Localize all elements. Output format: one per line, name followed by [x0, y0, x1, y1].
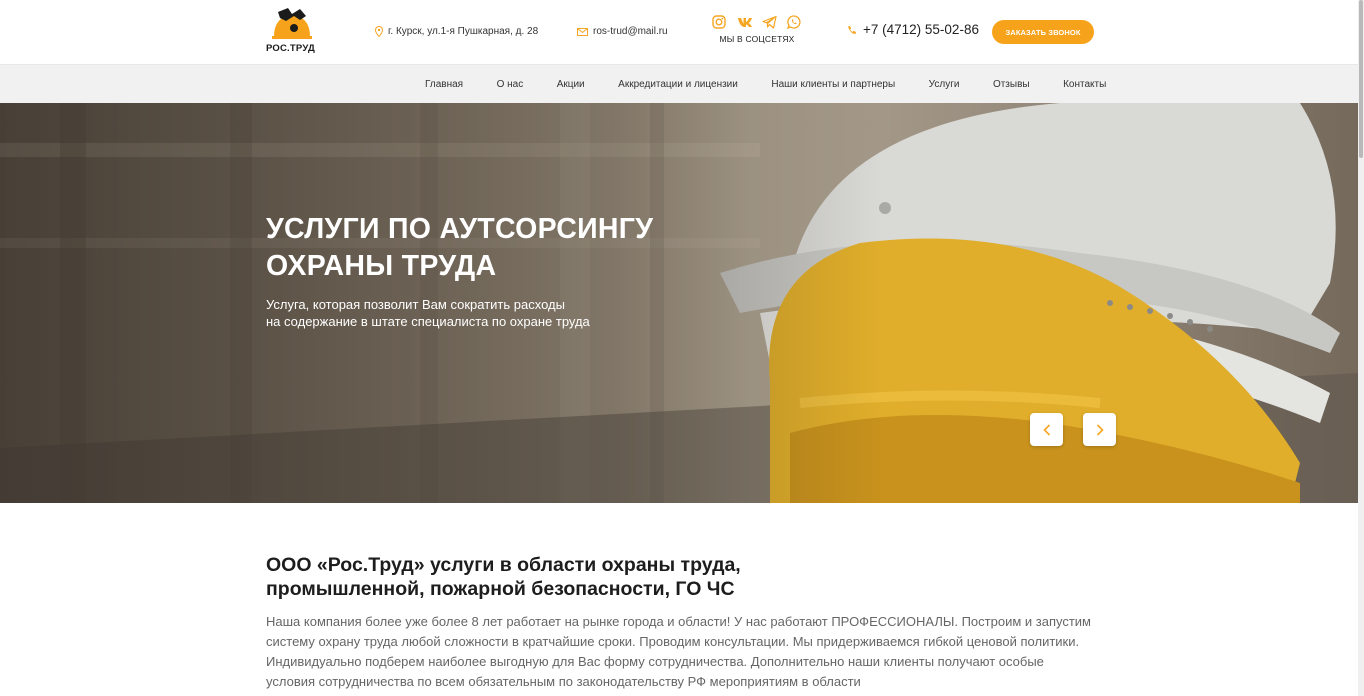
whatsapp-icon[interactable] [786, 15, 803, 31]
chevron-left-icon [1042, 423, 1050, 436]
about-title-line1: ООО «Рос.Труд» услуги в области охраны т… [266, 554, 741, 576]
email-link[interactable]: ros-trud@mail.ru [577, 26, 668, 37]
address-text: г. Курск, ул.1-я Пушкарная, д. 28 [388, 26, 539, 37]
hero-title-line1: УСЛУГИ ПО АУТСОРСИНГУ [266, 213, 654, 245]
nav-item-services[interactable]: Услуги [929, 79, 960, 90]
site-header: РОС.ТРУД г. Курск, ул.1-я Пушкарная, д. … [0, 0, 1358, 64]
social-block: МЫ В СОЦСЕТЯХ [710, 15, 804, 44]
nav-item-contacts[interactable]: Контакты [1063, 79, 1106, 90]
hardhat-logo-icon [272, 8, 312, 39]
slider-prev-button[interactable] [1030, 413, 1063, 446]
hero-title-line2: ОХРАНЫ ТРУДА [266, 250, 497, 282]
vk-icon[interactable] [737, 15, 753, 31]
nav-item-accreditations[interactable]: Аккредитации и лицензии [618, 79, 738, 90]
about-title: ООО «Рос.Труд» услуги в области охраны т… [266, 553, 826, 601]
phone-icon [847, 25, 857, 35]
nav-item-reviews[interactable]: Отзывы [993, 79, 1030, 90]
hero-subtitle-line1: Услуга, которая позволит Вам сократить р… [266, 297, 565, 312]
about-title-line2: промышленной, пожарной безопасности, ГО … [266, 578, 735, 600]
instagram-icon[interactable] [711, 15, 728, 31]
slider-next-button[interactable] [1083, 413, 1116, 446]
location-pin-icon [375, 26, 383, 37]
phone-link[interactable]: +7 (4712) 55-02-86 [847, 22, 979, 37]
social-label: МЫ В СОЦСЕТЯХ [719, 34, 795, 44]
page-scrollbar[interactable] [1358, 0, 1364, 696]
hero-slider: УСЛУГИ ПО АУТСОРСИНГУ ОХРАНЫ ТРУДА Услуг… [0, 103, 1358, 503]
phone-text: +7 (4712) 55-02-86 [863, 22, 979, 37]
scrollbar-thumb[interactable] [1359, 0, 1363, 158]
nav-item-promotions[interactable]: Акции [557, 79, 585, 90]
nav-item-about[interactable]: О нас [497, 79, 524, 90]
logo-text: РОС.ТРУД [266, 43, 315, 54]
telegram-icon[interactable] [761, 15, 778, 31]
nav-item-clients[interactable]: Наши клиенты и партнеры [771, 79, 895, 90]
hero-subtitle: Услуга, которая позволит Вам сократить р… [266, 297, 686, 330]
hero-title: УСЛУГИ ПО АУТСОРСИНГУ ОХРАНЫ ТРУДА [266, 211, 746, 285]
email-text: ros-trud@mail.ru [593, 26, 668, 37]
callback-button[interactable]: ЗАКАЗАТЬ ЗВОНОК [992, 20, 1094, 44]
hero-subtitle-line2: на содержание в штате специалиста по охр… [266, 313, 590, 329]
site-logo[interactable]: РОС.ТРУД [266, 6, 318, 54]
chevron-right-icon [1096, 423, 1104, 436]
mail-icon [577, 27, 588, 36]
address: г. Курск, ул.1-я Пушкарная, д. 28 [375, 26, 538, 37]
nav-item-home[interactable]: Главная [425, 79, 463, 90]
main-nav: Главная О нас Акции Аккредитации и лицен… [0, 64, 1358, 103]
about-text: Наша компания более уже более 8 лет рабо… [266, 614, 1091, 689]
